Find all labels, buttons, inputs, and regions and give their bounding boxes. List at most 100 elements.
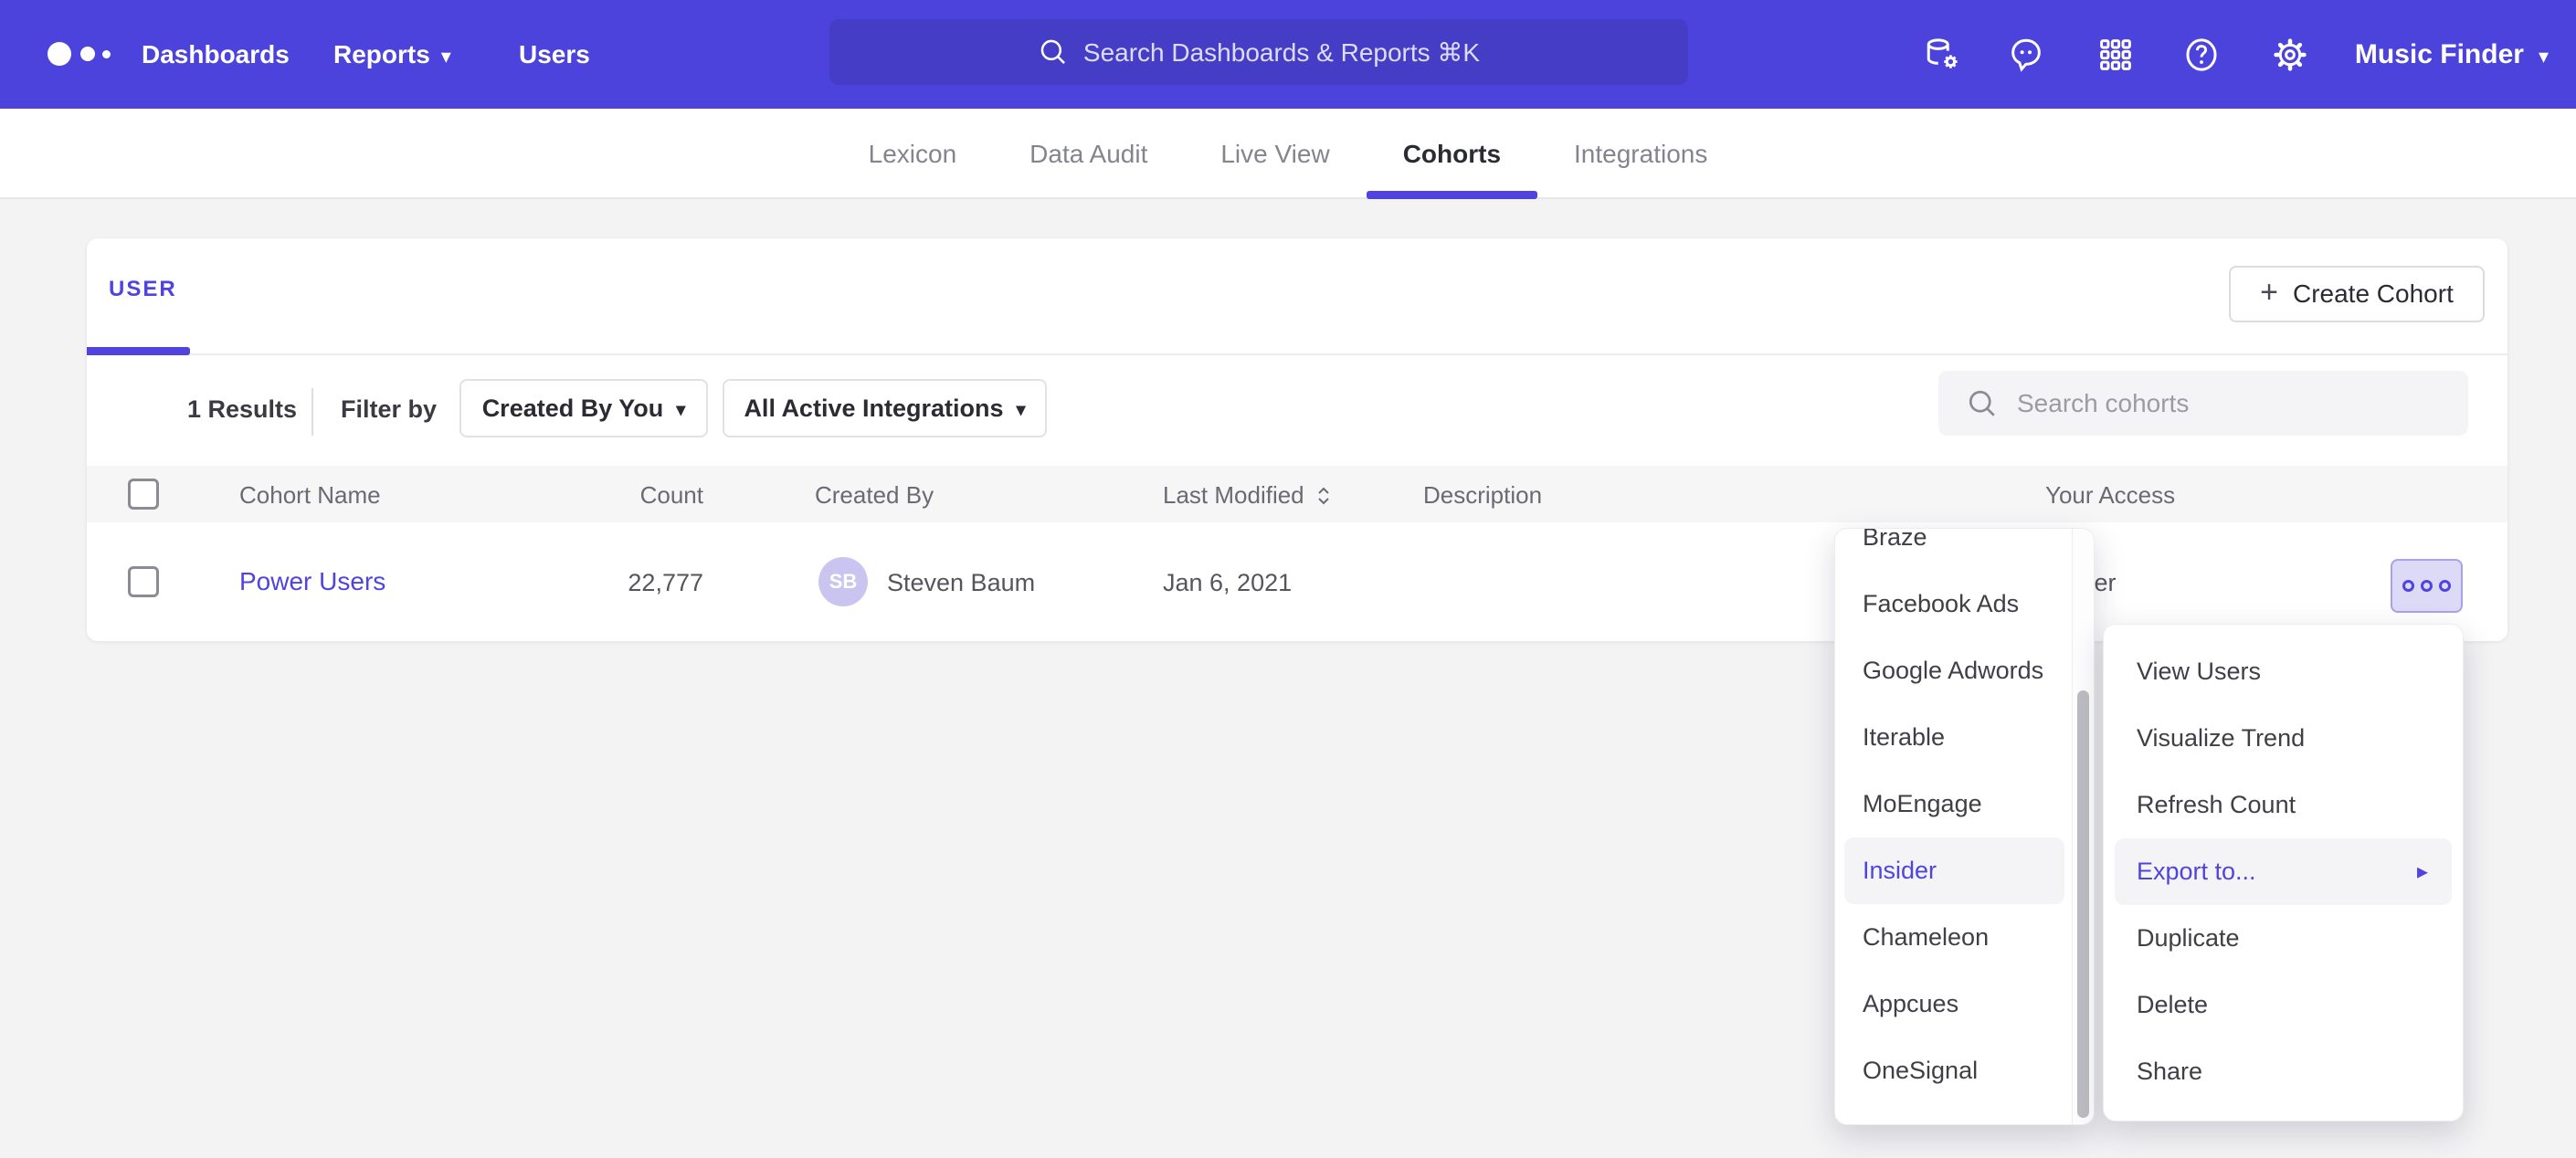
menu-item-insider[interactable]: Insider xyxy=(1844,837,2064,904)
data-management-icon[interactable] xyxy=(1924,36,1962,74)
menu-item-insider-label: Insider xyxy=(1863,857,1937,885)
integrations-filter-dropdown[interactable]: All Active Integrations ▾ xyxy=(723,379,1047,437)
nav-reports-label: Reports xyxy=(333,40,430,69)
col-your-access: Your Access xyxy=(2045,481,2175,510)
menu-item-facebook-ads-label: Facebook Ads xyxy=(1863,590,2019,618)
caret-down-icon: ▾ xyxy=(676,401,685,419)
nav-dashboards-label: Dashboards xyxy=(142,40,290,69)
menu-item-google-adwords-label: Google Adwords xyxy=(1863,657,2043,685)
menu-item-onesignal[interactable]: OneSignal xyxy=(1835,1037,2094,1104)
nav-users-label: Users xyxy=(519,40,590,69)
caret-down-icon: ▾ xyxy=(1017,401,1026,419)
menu-item-iterable-label: Iterable xyxy=(1863,723,1945,752)
results-count: 1 Results xyxy=(187,395,297,424)
select-all-checkbox[interactable] xyxy=(128,479,159,510)
project-name: Music Finder xyxy=(2355,39,2524,70)
menu-item-visualize-trend-label: Visualize Trend xyxy=(2137,724,2305,753)
menu-item-braze[interactable]: Braze xyxy=(1835,528,2094,571)
tab-data-audit-label: Data Audit xyxy=(1029,140,1147,169)
menu-item-duplicate[interactable]: Duplicate xyxy=(2104,905,2463,972)
cohort-search-input[interactable] xyxy=(2017,389,2455,418)
integrations-filter-label: All Active Integrations xyxy=(744,395,1003,423)
section-tabbar: Lexicon Data Audit Live View Cohorts Int… xyxy=(0,109,2576,199)
cohorts-card-header: USER + Create Cohort xyxy=(87,238,2507,355)
menu-item-delete[interactable]: Delete xyxy=(2104,972,2463,1038)
menu-item-export-to-label: Export to... xyxy=(2137,858,2256,886)
menu-item-iterable[interactable]: Iterable xyxy=(1835,704,2094,771)
creator-avatar: SB xyxy=(818,557,868,606)
menu-scrollbar-thumb[interactable] xyxy=(2077,690,2089,1118)
tab-live-view[interactable]: Live View xyxy=(1220,109,1329,199)
col-last-modified: Last Modified xyxy=(1163,481,1304,510)
dot-icon xyxy=(2421,580,2433,592)
row-context-menu: View Users Visualize Trend Refresh Count… xyxy=(2103,624,2464,1121)
tab-user-cohorts[interactable]: USER xyxy=(109,277,177,302)
cohort-search-box xyxy=(1938,371,2468,436)
create-cohort-button[interactable]: + Create Cohort xyxy=(2229,266,2485,322)
menu-item-view-users[interactable]: View Users xyxy=(2104,638,2463,705)
menu-item-refresh-count[interactable]: Refresh Count xyxy=(2104,772,2463,838)
nav-users[interactable]: Users xyxy=(519,0,590,109)
search-icon xyxy=(1038,37,1069,68)
menu-item-onesignal-label: OneSignal xyxy=(1863,1057,1978,1085)
tab-cohorts[interactable]: Cohorts xyxy=(1403,109,1501,199)
caret-down-icon: ▾ xyxy=(2539,47,2549,67)
col-cohort-name: Cohort Name xyxy=(239,481,381,510)
menu-item-chameleon[interactable]: Chameleon xyxy=(1835,904,2094,971)
mixpanel-logo-icon[interactable] xyxy=(46,0,119,109)
tab-live-view-label: Live View xyxy=(1220,140,1329,169)
plus-icon: + xyxy=(2260,275,2278,311)
col-last-modified-sort[interactable]: Last Modified xyxy=(1163,481,1334,510)
row-actions-button[interactable] xyxy=(2391,559,2463,613)
top-navbar: Dashboards Reports ▾ Users Search Dashbo… xyxy=(0,0,2576,109)
global-search-input[interactable]: Search Dashboards & Reports ⌘K xyxy=(829,19,1688,85)
tab-lexicon[interactable]: Lexicon xyxy=(869,109,957,199)
created-by-filter-label: Created By You xyxy=(482,395,664,423)
table-header-row: Cohort Name Count Created By Last Modifi… xyxy=(87,466,2507,522)
col-count: Count xyxy=(521,481,703,510)
menu-item-appcues[interactable]: Appcues xyxy=(1835,971,2094,1037)
row-checkbox[interactable] xyxy=(128,566,159,597)
col-description: Description xyxy=(1423,481,1542,510)
cohorts-toolbar: 1 Results Filter by Created By You ▾ All… xyxy=(87,355,2507,466)
cohorts-card: USER + Create Cohort 1 Results Filter by… xyxy=(87,238,2507,641)
menu-item-braze-label: Braze xyxy=(1863,528,1927,552)
project-switcher[interactable]: Music Finder ▾ xyxy=(2355,0,2549,109)
filter-by-label: Filter by xyxy=(341,395,437,424)
active-tab-underline xyxy=(87,347,190,355)
menu-item-view-users-label: View Users xyxy=(2137,658,2261,686)
nav-reports[interactable]: Reports ▾ xyxy=(333,0,451,109)
last-modified-value: Jan 6, 2021 xyxy=(1163,569,1292,597)
menu-item-moengage-label: MoEngage xyxy=(1863,790,1982,818)
menu-item-share-label: Share xyxy=(2137,1058,2202,1086)
menu-item-duplicate-label: Duplicate xyxy=(2137,924,2240,953)
cohort-count: 22,777 xyxy=(521,569,703,597)
apps-grid-icon[interactable] xyxy=(2096,36,2135,74)
tab-integrations[interactable]: Integrations xyxy=(1574,109,1707,199)
app-root: Dashboards Reports ▾ Users Search Dashbo… xyxy=(0,0,2576,1158)
cohort-name-link[interactable]: Power Users xyxy=(239,567,385,596)
feedback-icon[interactable] xyxy=(2007,36,2045,74)
submenu-arrow-icon: ▸ xyxy=(2417,858,2428,885)
menu-item-moengage[interactable]: MoEngage xyxy=(1835,771,2094,837)
tab-lexicon-label: Lexicon xyxy=(869,140,957,169)
menu-item-facebook-ads[interactable]: Facebook Ads xyxy=(1835,571,2094,637)
help-icon[interactable] xyxy=(2182,36,2221,74)
menu-item-export-to[interactable]: Export to... ▸ xyxy=(2115,838,2452,905)
tab-data-audit[interactable]: Data Audit xyxy=(1029,109,1147,199)
menu-item-visualize-trend[interactable]: Visualize Trend xyxy=(2104,705,2463,772)
col-created-by: Created By xyxy=(815,481,934,510)
tab-cohorts-label: Cohorts xyxy=(1403,140,1501,169)
menu-item-google-adwords[interactable]: Google Adwords xyxy=(1835,637,2094,704)
toolbar-divider xyxy=(311,388,313,436)
menu-item-appcues-label: Appcues xyxy=(1863,990,1958,1018)
menu-item-share[interactable]: Share xyxy=(2104,1038,2463,1105)
created-by-filter-dropdown[interactable]: Created By You ▾ xyxy=(459,379,708,437)
tab-integrations-label: Integrations xyxy=(1574,140,1707,169)
menu-item-chameleon-label: Chameleon xyxy=(1863,923,1989,952)
menu-item-refresh-count-label: Refresh Count xyxy=(2137,791,2296,819)
nav-dashboards[interactable]: Dashboards xyxy=(142,0,290,109)
settings-gear-icon[interactable] xyxy=(2271,36,2309,74)
create-cohort-label: Create Cohort xyxy=(2293,279,2454,309)
caret-down-icon: ▾ xyxy=(441,47,451,67)
